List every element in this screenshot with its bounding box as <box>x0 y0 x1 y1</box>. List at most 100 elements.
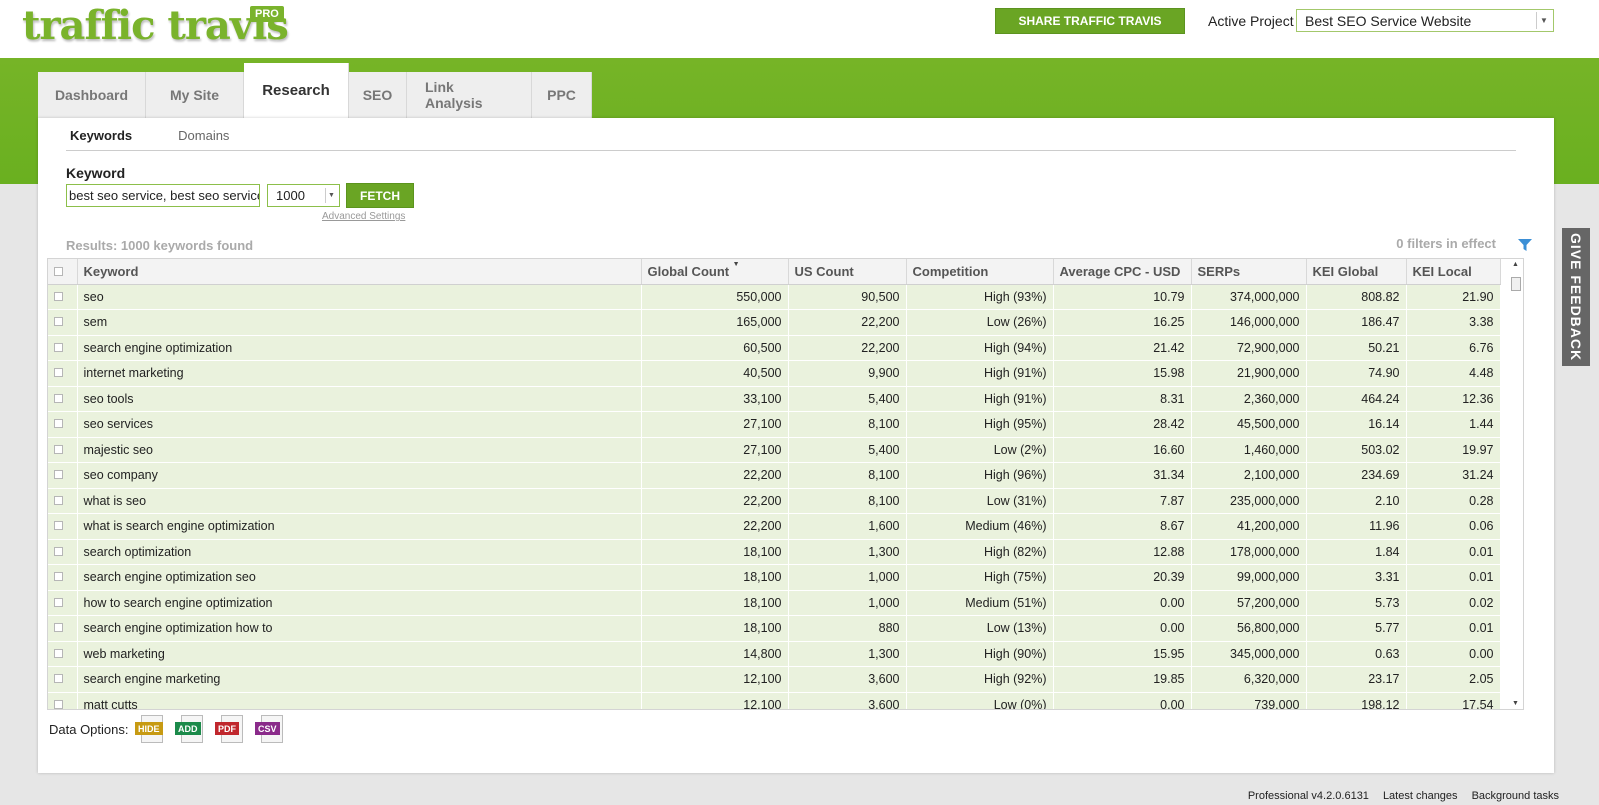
row-checkbox[interactable] <box>54 674 63 684</box>
subtab-domains[interactable]: Domains <box>178 128 229 143</box>
cell-global-count: 165,000 <box>641 309 789 336</box>
table-row[interactable]: matt cutts 12,100 3,600 Low (0%) 0.00 739,000… <box>48 692 1501 709</box>
scroll-down-icon[interactable]: ▼ <box>1512 700 1519 707</box>
cell-kei-global: 808.82 <box>1306 284 1407 310</box>
row-checkbox[interactable] <box>54 572 63 582</box>
keyword-input[interactable]: best seo service, best seo service <box>66 184 260 207</box>
row-checkbox[interactable] <box>54 648 63 658</box>
filter-icon[interactable] <box>1518 239 1532 251</box>
table-row[interactable]: majestic seo 27,100 5,400 Low (2%) 16.60 1,46… <box>48 437 1501 463</box>
row-checkbox[interactable] <box>54 521 63 531</box>
tab-my-site[interactable]: My Site <box>146 72 244 118</box>
row-checkbox[interactable] <box>54 546 63 556</box>
row-checkbox[interactable] <box>54 699 63 709</box>
table-row[interactable]: sem 165,000 22,200 Low (26%) 16.25 146,000,00… <box>48 309 1501 336</box>
select-all-checkbox[interactable] <box>54 266 63 276</box>
row-checkbox[interactable] <box>54 470 63 480</box>
table-row[interactable]: web marketing 14,800 1,300 High (90%) 15.95 3… <box>48 641 1501 667</box>
row-checkbox[interactable] <box>54 368 63 378</box>
row-checkbox-cell[interactable] <box>48 488 78 514</box>
tab-link-analysis[interactable]: Link Analysis <box>407 72 532 118</box>
active-project-select[interactable]: Best SEO Service Website ▼ <box>1296 9 1554 32</box>
filters-status[interactable]: 0 filters in effect <box>1396 236 1496 251</box>
chevron-down-icon[interactable]: ▼ <box>1536 12 1551 29</box>
table-row[interactable]: search engine optimization seo 18,100 1,00… <box>48 564 1501 591</box>
pdf-export-button[interactable]: PDF <box>215 715 247 745</box>
row-checkbox[interactable] <box>54 291 63 301</box>
table-row[interactable]: seo 550,000 90,500 High (93%) 10.79 374,000,0… <box>48 284 1501 310</box>
table-row[interactable]: seo services 27,100 8,100 High (95%) 28.42 45… <box>48 411 1501 438</box>
row-checkbox-cell[interactable] <box>48 411 78 438</box>
fetch-button[interactable]: FETCH <box>346 183 414 208</box>
table-row[interactable]: what is search engine optimization 22,200… <box>48 513 1501 540</box>
row-checkbox[interactable] <box>54 419 63 429</box>
column-header-global-count[interactable]: Global Count ▼ <box>641 259 789 285</box>
app-logo[interactable]: traffic travis <box>22 2 289 49</box>
row-checkbox-cell[interactable] <box>48 564 78 591</box>
select-all-checkbox-cell[interactable] <box>48 259 78 285</box>
column-header-competition[interactable]: Competition <box>906 259 1054 285</box>
cell-competition: High (75%) <box>906 564 1054 591</box>
column-header-average-cpc[interactable]: Average CPC - USD <box>1053 259 1192 285</box>
row-checkbox-cell[interactable] <box>48 335 78 361</box>
row-checkbox-cell[interactable] <box>48 615 78 642</box>
table-row[interactable]: what is seo 22,200 8,100 Low (31%) 7.87 235,0… <box>48 488 1501 514</box>
background-tasks-link[interactable]: Background tasks <box>1472 790 1559 802</box>
row-checkbox-cell[interactable] <box>48 666 78 693</box>
table-row[interactable]: seo company 22,200 8,100 High (96%) 31.34 2,1… <box>48 462 1501 489</box>
chevron-down-icon[interactable]: ▼ <box>325 188 337 203</box>
add-button[interactable]: ADD <box>175 715 207 745</box>
row-checkbox-cell[interactable] <box>48 513 78 540</box>
column-header-kei-local[interactable]: KEI Local <box>1406 259 1501 285</box>
column-header-serps[interactable]: SERPs <box>1191 259 1307 285</box>
tab-seo[interactable]: SEO <box>349 72 407 118</box>
row-checkbox-cell[interactable] <box>48 437 78 463</box>
row-checkbox[interactable] <box>54 342 63 352</box>
table-row[interactable]: search engine optimization how to 18,100 8… <box>48 615 1501 642</box>
row-checkbox[interactable] <box>54 623 63 633</box>
scroll-up-icon[interactable]: ▲ <box>1512 261 1519 268</box>
row-checkbox-cell[interactable] <box>48 284 78 310</box>
row-checkbox-cell[interactable] <box>48 462 78 489</box>
cell-serps: 235,000,000 <box>1191 488 1307 514</box>
cell-us-count: 3,600 <box>788 666 907 693</box>
row-checkbox[interactable] <box>54 393 63 403</box>
cell-competition: Low (2%) <box>906 437 1054 463</box>
column-header-keyword[interactable]: Keyword <box>77 259 642 285</box>
table-row[interactable]: search optimization 18,100 1,300 High (82%)… <box>48 539 1501 565</box>
row-checkbox-cell[interactable] <box>48 641 78 667</box>
column-header-us-count[interactable]: US Count <box>788 259 907 285</box>
row-checkbox-cell[interactable] <box>48 590 78 616</box>
table-row[interactable]: seo tools 33,100 5,400 High (91%) 8.31 2,360,… <box>48 386 1501 412</box>
cell-kei-global: 503.02 <box>1306 437 1407 463</box>
row-checkbox-cell[interactable] <box>48 539 78 565</box>
subtab-keywords[interactable]: Keywords <box>70 128 132 143</box>
give-feedback-tab[interactable]: GIVE FEEDBACK <box>1562 228 1590 366</box>
result-count-select[interactable]: 1000 ▼ <box>267 184 340 207</box>
share-button[interactable]: SHARE TRAFFIC TRAVIS <box>995 8 1185 34</box>
row-checkbox[interactable] <box>54 495 63 505</box>
row-checkbox-cell[interactable] <box>48 692 78 709</box>
tab-dashboard[interactable]: Dashboard <box>38 72 146 118</box>
hide-button[interactable]: HIDE <box>135 715 167 745</box>
table-row[interactable]: how to search engine optimization 18,100 1… <box>48 590 1501 616</box>
table-row[interactable]: search engine marketing 12,100 3,600 High (… <box>48 666 1501 693</box>
row-checkbox-cell[interactable] <box>48 360 78 387</box>
advanced-settings-link[interactable]: Advanced Settings <box>322 211 405 222</box>
row-checkbox[interactable] <box>54 597 63 607</box>
row-checkbox-cell[interactable] <box>48 386 78 412</box>
tab-research[interactable]: Research <box>244 63 349 118</box>
csv-export-button[interactable]: CSV <box>255 715 287 745</box>
row-checkbox-cell[interactable] <box>48 309 78 336</box>
row-checkbox[interactable] <box>54 444 63 454</box>
row-checkbox[interactable] <box>54 317 63 327</box>
table-row[interactable]: search engine optimization 60,500 22,200 Hi… <box>48 335 1501 361</box>
tab-ppc[interactable]: PPC <box>532 72 592 118</box>
latest-changes-link[interactable]: Latest changes <box>1383 790 1458 802</box>
cell-serps: 6,320,000 <box>1191 666 1307 693</box>
column-header-kei-global[interactable]: KEI Global <box>1306 259 1407 285</box>
scroll-thumb[interactable] <box>1511 277 1521 291</box>
table-row[interactable]: internet marketing 40,500 9,900 High (91%) 1… <box>48 360 1501 387</box>
table-scrollbar[interactable]: ▲ ▼ <box>1508 258 1524 710</box>
footer: Professional v4.2.0.6131 Latest changes … <box>1248 790 1559 802</box>
